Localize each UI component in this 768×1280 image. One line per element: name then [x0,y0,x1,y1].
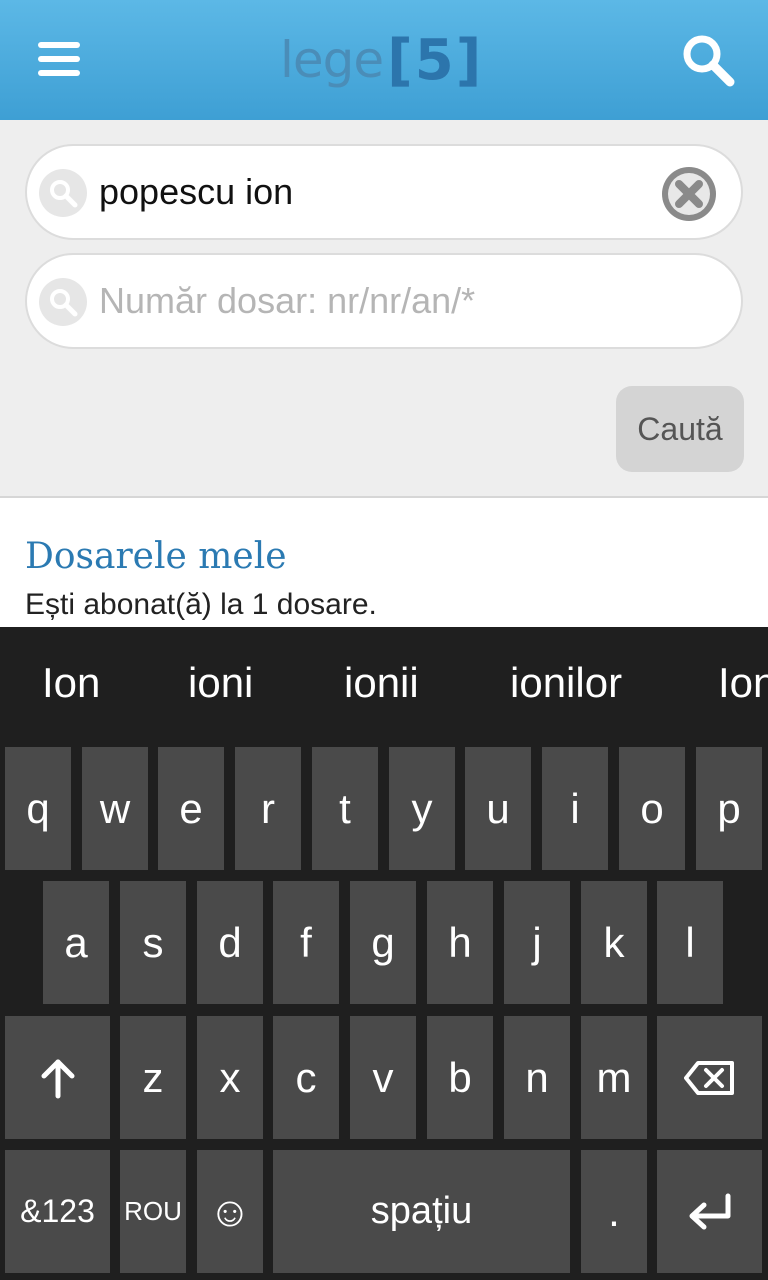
space-key[interactable]: spațiu [273,1150,570,1273]
key-i[interactable]: i [542,747,608,870]
key-w[interactable]: w [82,747,148,870]
symbols-key[interactable]: &123 [5,1150,110,1273]
magnifier-icon [39,278,87,326]
suggestion-item[interactable]: ionilor [510,655,622,711]
key-p[interactable]: p [696,747,762,870]
clear-input-icon[interactable] [659,164,719,224]
logo-text: lege [280,31,384,89]
key-y[interactable]: y [389,747,455,870]
suggestion-item[interactable]: ionii [344,655,419,711]
key-g[interactable]: g [350,881,416,1004]
logo-number: [5] [387,27,484,93]
on-screen-keyboard: Ion ioni ionii ionilor Ion q w e r t y u… [0,627,768,1280]
key-c[interactable]: c [273,1016,339,1139]
app-logo[interactable]: lege [5] [280,24,483,96]
language-key[interactable]: ROU [120,1150,186,1273]
search-panel: popescu ion Număr dosar: nr/nr/an/* Caut… [0,120,768,498]
key-m[interactable]: m [581,1016,647,1139]
name-search-input[interactable]: popescu ion [99,146,293,238]
suggestion-item[interactable]: Ion [42,655,100,711]
case-number-input[interactable]: Număr dosar: nr/nr/an/* [99,255,475,347]
search-icon[interactable] [678,30,738,90]
key-n[interactable]: n [504,1016,570,1139]
key-l[interactable]: l [657,881,723,1004]
key-q[interactable]: q [5,747,71,870]
key-v[interactable]: v [350,1016,416,1139]
suggestion-item[interactable]: ioni [188,655,253,711]
my-cases-title[interactable]: Dosarele mele [25,536,287,577]
shift-key[interactable] [5,1016,110,1139]
key-r[interactable]: r [235,747,301,870]
key-x[interactable]: x [197,1016,263,1139]
backspace-icon [683,1060,734,1095]
period-key[interactable]: . [581,1150,647,1273]
key-o[interactable]: o [619,747,685,870]
enter-arrow-icon [689,1193,730,1229]
magnifier-icon [39,169,87,217]
backspace-key[interactable] [657,1016,762,1139]
key-t[interactable]: t [312,747,378,870]
key-b[interactable]: b [427,1016,493,1139]
case-number-field[interactable]: Număr dosar: nr/nr/an/* [25,253,743,349]
search-button[interactable]: Caută [616,386,744,472]
key-z[interactable]: z [120,1016,186,1139]
key-h[interactable]: h [427,881,493,1004]
emoji-key[interactable]: ☺ [197,1150,263,1273]
key-e[interactable]: e [158,747,224,870]
key-d[interactable]: d [197,881,263,1004]
key-a[interactable]: a [43,881,109,1004]
name-search-field[interactable]: popescu ion [25,144,743,240]
key-k[interactable]: k [581,881,647,1004]
enter-key[interactable] [657,1150,762,1273]
suggestion-item[interactable]: Ion [718,655,768,711]
key-f[interactable]: f [273,881,339,1004]
hamburger-menu-icon[interactable] [28,34,88,86]
app-header: lege [5] [0,0,768,120]
key-u[interactable]: u [465,747,531,870]
key-j[interactable]: j [504,881,570,1004]
key-s[interactable]: s [120,881,186,1004]
shift-arrow-icon [41,1059,74,1098]
subscription-info: Ești abonat(ă) la 1 dosare. [25,588,377,621]
